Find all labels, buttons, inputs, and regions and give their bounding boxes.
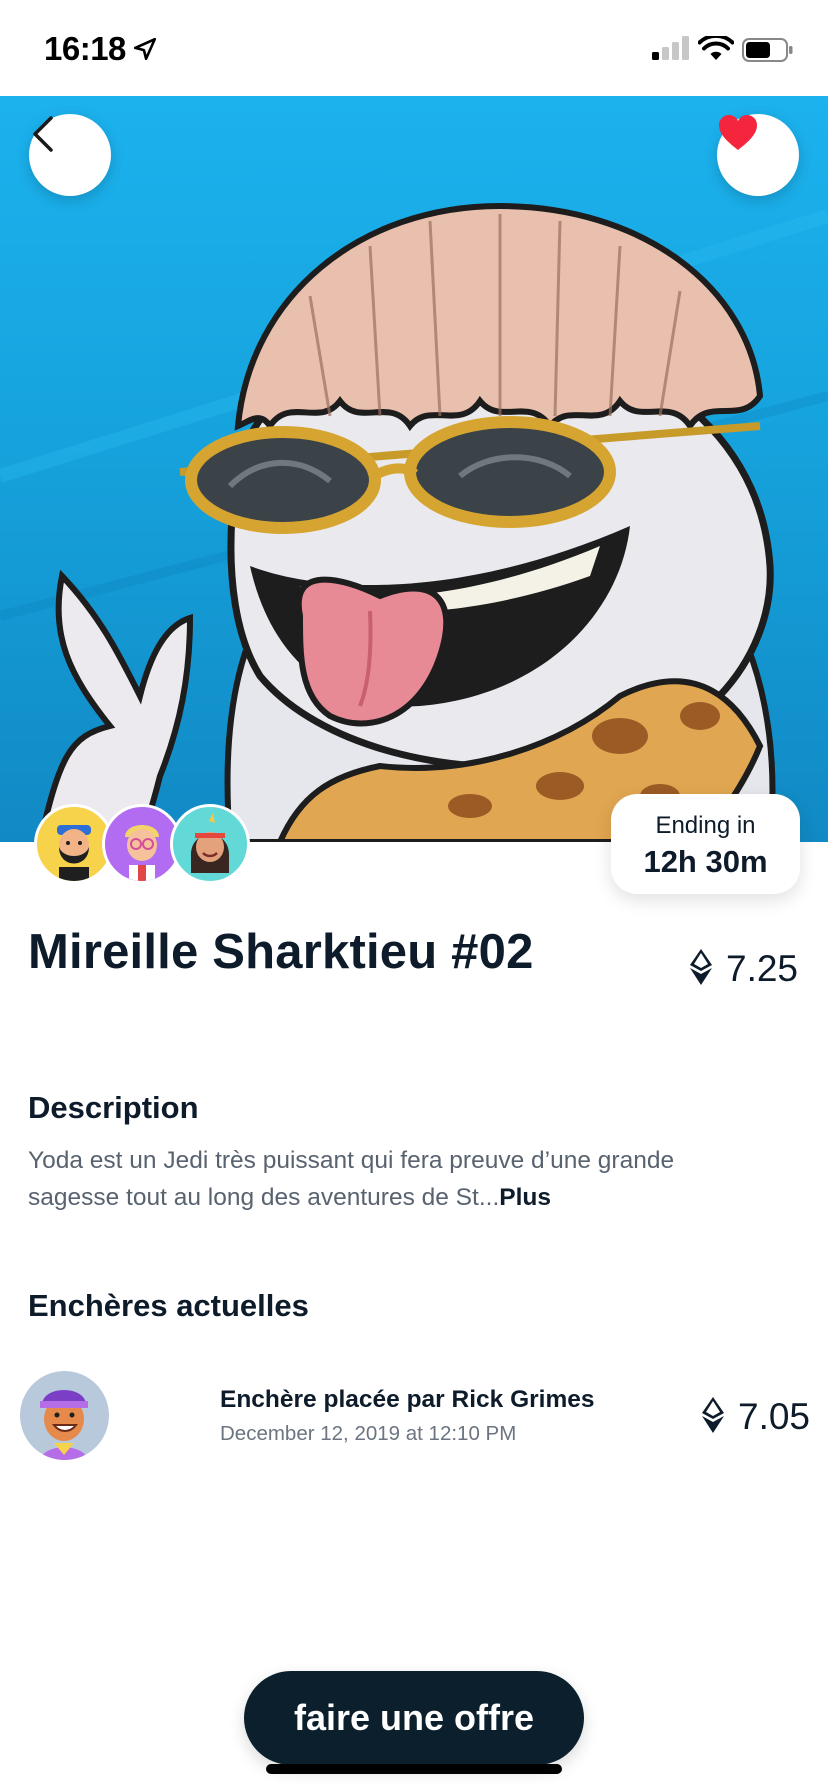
ending-label: Ending in — [655, 812, 756, 839]
avatar — [20, 1371, 109, 1460]
description-more-link[interactable]: Plus — [499, 1184, 551, 1211]
item-price-value: 7.25 — [726, 948, 799, 989]
cellular-signal-icon — [652, 36, 690, 65]
shark-illustration — [0, 202, 828, 842]
location-arrow-icon — [132, 36, 158, 67]
headband-woman-avatar — [190, 813, 230, 873]
bid-price-value: 7.05 — [738, 1396, 811, 1437]
ethereum-icon — [702, 1396, 724, 1438]
cap-man-avatar — [40, 1390, 88, 1460]
auction-countdown-card: Ending in 12h 30m — [611, 794, 800, 894]
description-body: Yoda est un Jedi très puissant qui fera … — [28, 1147, 675, 1211]
make-offer-button[interactable]: faire une offre — [244, 1671, 584, 1765]
hero-image — [0, 96, 828, 842]
bearded-man-avatar — [57, 825, 91, 881]
blonde-glasses-avatar — [125, 825, 159, 881]
avatar — [170, 804, 250, 884]
wifi-icon — [697, 34, 735, 67]
status-bar: 16:18 — [0, 0, 828, 96]
bid-title: Enchère placée par Rick Grimes — [220, 1386, 595, 1413]
item-price: 7.25 — [690, 948, 798, 990]
ending-countdown: 12h 30m — [643, 844, 768, 879]
home-indicator — [266, 1764, 562, 1774]
owner-avatar-stack[interactable] — [34, 804, 264, 886]
back-button[interactable] — [29, 114, 111, 196]
bid-price: 7.05 — [702, 1396, 810, 1438]
ethereum-icon — [690, 948, 712, 990]
battery-icon — [742, 38, 794, 67]
bid-date: December 12, 2019 at 12:10 PM — [220, 1422, 517, 1445]
description-text: Yoda est un Jedi très puissant qui fera … — [28, 1142, 748, 1216]
item-title: Mireille Sharktieu #02 — [28, 925, 534, 979]
bids-heading: Enchères actuelles — [28, 1288, 309, 1323]
description-heading: Description — [28, 1090, 199, 1125]
status-time: 16:18 — [44, 30, 126, 67]
favorite-button[interactable] — [717, 114, 799, 196]
